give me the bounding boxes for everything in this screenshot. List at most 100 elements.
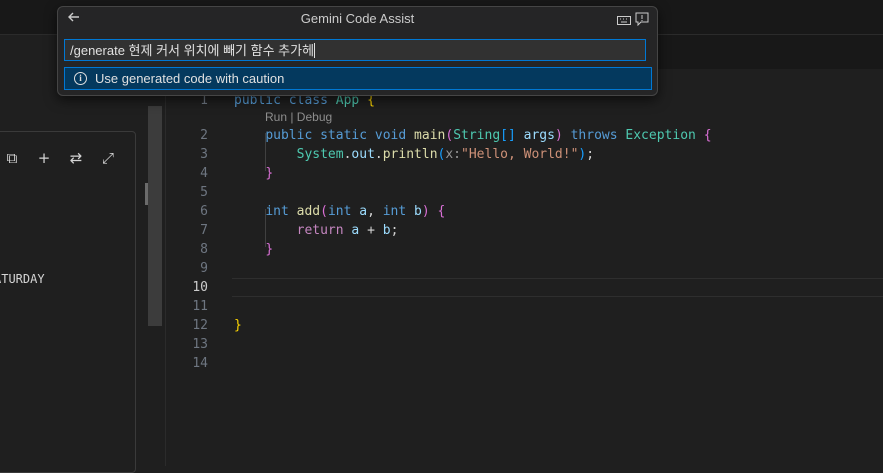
code-token: + — [359, 223, 383, 238]
side-panel — [0, 131, 136, 473]
code-line[interactable]: 13 — [166, 335, 883, 354]
code-token: println — [382, 147, 438, 162]
code-token: { — [703, 128, 712, 143]
code-token: throws — [570, 128, 618, 143]
code-token: String — [453, 128, 501, 143]
code-line[interactable]: 5 — [166, 183, 883, 202]
code-token: public — [265, 128, 313, 143]
code-token: } — [265, 242, 274, 257]
side-panel-text: ATURDAY — [0, 272, 45, 286]
dialog-title: Gemini Code Assist — [300, 11, 415, 26]
line-number: 6 — [200, 204, 208, 219]
expand-icon[interactable]: ⤢ — [98, 148, 118, 168]
keyboard-icon[interactable] — [617, 11, 633, 25]
code-token: add — [296, 204, 321, 219]
code-token: args — [523, 128, 555, 143]
line-number: 11 — [192, 299, 208, 314]
code-token: ) — [554, 128, 563, 143]
code-token: ) — [421, 204, 430, 219]
code-line[interactable]: 11 — [166, 297, 883, 316]
code-token: } — [234, 318, 242, 333]
line-number: 13 — [192, 337, 208, 352]
code-token: ; — [390, 223, 399, 238]
code-token: ( — [445, 128, 454, 143]
code-token: ( — [320, 204, 328, 219]
code-token: int — [382, 204, 407, 219]
feedback-icon[interactable] — [635, 11, 651, 27]
copy-icon[interactable]: ⧉ — [2, 148, 22, 168]
code-line[interactable]: 9 — [166, 259, 883, 278]
code-token: main — [414, 128, 446, 143]
code-line[interactable]: 3 System.out.println(x:"Hello, World!"); — [166, 145, 883, 164]
code-token: } — [265, 166, 274, 181]
code-text: } — [234, 316, 242, 335]
code-text: } — [234, 164, 273, 183]
line-number: 4 — [200, 166, 208, 181]
line-number: 12 — [192, 318, 208, 333]
code-token: int — [265, 204, 289, 219]
code-token: . — [374, 147, 383, 162]
scrollbar[interactable] — [148, 106, 162, 326]
code-token: { — [437, 204, 446, 219]
code-token: , — [367, 204, 383, 219]
line-number: 10 — [192, 280, 208, 295]
line-number: 5 — [200, 185, 208, 200]
line-number: 3 — [200, 147, 208, 162]
code-text: return a + b; — [234, 221, 399, 240]
code-token: void — [374, 128, 407, 143]
line-number: 7 — [200, 223, 208, 238]
collapse-icon[interactable]: ⇄ — [66, 148, 86, 168]
prompt-input[interactable]: /generate 현제 커서 위치에 빼기 함수 추가헤 — [64, 39, 646, 61]
code-line[interactable]: 10 — [166, 278, 883, 297]
code-token: ; — [586, 147, 595, 162]
code-line[interactable]: 7 return a + b; — [166, 221, 883, 240]
code-editor[interactable]: Run | Debug 1 public class App {2 public … — [165, 69, 883, 466]
line-number: 8 — [200, 242, 208, 257]
caution-banner[interactable]: i Use generated code with caution — [64, 67, 652, 90]
line-number: 9 — [200, 261, 208, 276]
code-token: static — [320, 128, 368, 143]
code-text: System.out.println(x:"Hello, World!"); — [234, 145, 594, 164]
code-text: } — [234, 240, 273, 259]
code-token: System — [296, 147, 344, 162]
code-line[interactable]: 6 int add(int a, int b) { — [166, 202, 883, 221]
text-caret — [314, 43, 316, 58]
panel-resize-handle[interactable] — [145, 183, 148, 205]
code-token: return — [296, 223, 344, 238]
code-token: int — [327, 204, 352, 219]
line-number: 14 — [192, 356, 208, 371]
codelens-run-debug[interactable]: Run | Debug — [265, 110, 332, 124]
code-token: b — [382, 223, 391, 238]
code-line[interactable]: 12} — [166, 316, 883, 335]
prompt-input-value: /generate 현제 커서 위치에 빼기 함수 추가헤 — [70, 43, 315, 58]
info-icon: i — [74, 72, 87, 85]
plus-icon[interactable]: + — [34, 148, 54, 168]
code-token: [] — [500, 128, 516, 143]
code-line[interactable]: 8 } — [166, 240, 883, 259]
side-panel-toolbar: ⧉ + ⇄ ⤢ — [0, 148, 130, 170]
code-token: b — [414, 204, 422, 219]
code-line[interactable]: 2 public static void main(String[] args)… — [166, 126, 883, 145]
code-token: x: — [445, 147, 462, 162]
code-text: int add(int a, int b) { — [234, 202, 445, 221]
code-line[interactable]: 14 — [166, 354, 883, 373]
code-token: out — [351, 147, 375, 162]
gemini-quick-input: Gemini Code Assist /generate 현제 커서 위치에 빼… — [57, 6, 658, 96]
code-token: Exception — [625, 128, 696, 143]
code-line[interactable]: 4 } — [166, 164, 883, 183]
caution-message: Use generated code with caution — [95, 71, 285, 86]
